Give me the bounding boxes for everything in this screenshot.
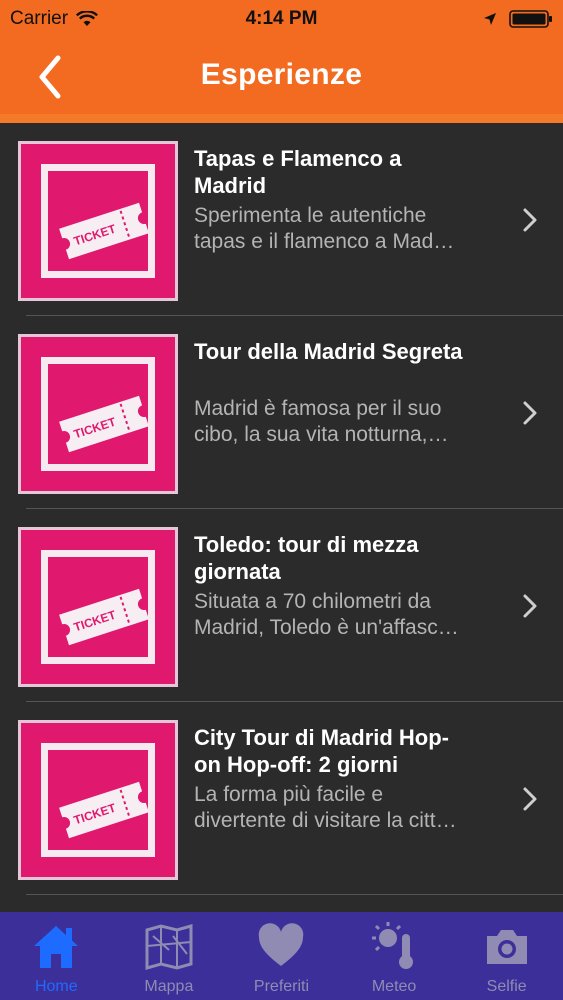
tab-meteo[interactable]: Meteo: [338, 912, 451, 1000]
list-item[interactable]: TICKET Tour della Madrid Segreta Madrid …: [0, 316, 563, 509]
tab-label: Preferiti: [253, 978, 310, 995]
item-description: Sperimenta le autentiche tapas e il flam…: [194, 203, 506, 255]
item-description-line: Madrid, Toledo è un'affasc…: [194, 616, 459, 639]
ticket-icon: TICKET: [59, 781, 149, 839]
weather-icon: [368, 920, 420, 977]
chevron-right-icon: [523, 401, 537, 425]
ticket-thumbnail: TICKET: [18, 527, 178, 687]
thumbnail-frame: TICKET: [41, 550, 155, 664]
tab-label: Meteo: [371, 978, 417, 995]
home-icon: [30, 920, 82, 977]
nav-divider: [0, 114, 563, 123]
tab-selfie[interactable]: Selfie: [450, 912, 563, 1000]
item-title: Tour della Madrid Segreta: [194, 338, 504, 365]
item-title: City Tour di Madrid Hop- on Hop-off: 2 g…: [194, 724, 504, 778]
item-title-line: Tour della Madrid Segreta: [194, 339, 463, 364]
item-title-line: on Hop-off: 2 giorni: [194, 752, 399, 777]
heart-icon: [255, 920, 307, 977]
tab-label: Selfie: [486, 978, 527, 995]
item-description-line: tapas e il flamenco a Mad…: [194, 230, 455, 253]
list-item[interactable]: TICKET Tapas e Flamenco a Madrid Sperime…: [0, 123, 563, 316]
clock: 4:14 PM: [245, 8, 318, 29]
item-description: La forma più facile e divertente di visi…: [194, 782, 506, 834]
item-title-line: City Tour di Madrid Hop-: [194, 725, 450, 750]
ticket-icon: TICKET: [59, 588, 149, 646]
location-arrow-icon: [484, 13, 496, 25]
item-description-line: Sperimenta le autentiche: [194, 204, 427, 227]
chevron-right-icon: [523, 594, 537, 618]
navigation-bar: Esperienze: [0, 40, 563, 114]
thumbnail-frame: TICKET: [41, 164, 155, 278]
thumbnail-background: TICKET: [21, 337, 175, 491]
item-title-line: Tapas e Flamenco a: [194, 146, 402, 171]
tab-preferiti[interactable]: Preferiti: [225, 912, 338, 1000]
thumbnail-background: TICKET: [21, 723, 175, 877]
page-title: Esperienze: [200, 58, 363, 91]
item-description-line: La forma più facile e: [194, 783, 384, 806]
list-item[interactable]: TICKET City Tour di Madrid Hop- on Hop-o…: [0, 702, 563, 895]
status-bar: Carrier 4:14 PM: [0, 0, 563, 40]
chevron-right-icon: [523, 208, 537, 232]
camera-icon: [481, 920, 533, 977]
thumbnail-background: TICKET: [21, 144, 175, 298]
ticket-thumbnail: TICKET: [18, 334, 178, 494]
status-right: [483, 9, 553, 29]
chevron-right-icon: [523, 787, 537, 811]
item-description-line: divertente di visitare la citt…: [194, 809, 457, 832]
tab-label: Mappa: [144, 978, 194, 995]
ticket-icon: TICKET: [59, 395, 149, 453]
tab-home[interactable]: Home: [0, 912, 113, 1000]
row-separator: [26, 894, 563, 895]
ticket-thumbnail: TICKET: [18, 720, 178, 880]
thumbnail-frame: TICKET: [41, 357, 155, 471]
item-description: Situata a 70 chilometri da Madrid, Toled…: [194, 589, 506, 641]
item-title-line: Toledo: tour di mezza: [194, 532, 419, 557]
item-description-line: cibo, la sua vita notturna,…: [194, 423, 449, 446]
item-title: Toledo: tour di mezza giornata: [194, 531, 504, 585]
list-item[interactable]: TICKET Toledo: tour di mezza giornata Si…: [0, 509, 563, 702]
item-title-line: giornata: [194, 559, 281, 584]
thumbnail-frame: TICKET: [41, 743, 155, 857]
experience-list: TICKET Tapas e Flamenco a Madrid Sperime…: [0, 123, 563, 895]
tab-mappa[interactable]: Mappa: [113, 912, 226, 1000]
map-icon: [143, 920, 195, 977]
ticket-icon: TICKET: [59, 202, 149, 260]
ticket-thumbnail: TICKET: [18, 141, 178, 301]
battery-icon: [509, 10, 552, 28]
item-description: Madrid è famosa per il suo cibo, la sua …: [194, 396, 506, 448]
thumbnail-background: TICKET: [21, 530, 175, 684]
tab-bar: Home Mappa Preferiti Meteo Selfie: [0, 912, 563, 1000]
item-description-line: Madrid è famosa per il suo: [194, 397, 442, 420]
item-title: Tapas e Flamenco a Madrid: [194, 145, 504, 199]
item-description-line: Situata a 70 chilometri da: [194, 590, 431, 613]
item-title-line: Madrid: [194, 173, 267, 198]
tab-label: Home: [34, 978, 78, 995]
